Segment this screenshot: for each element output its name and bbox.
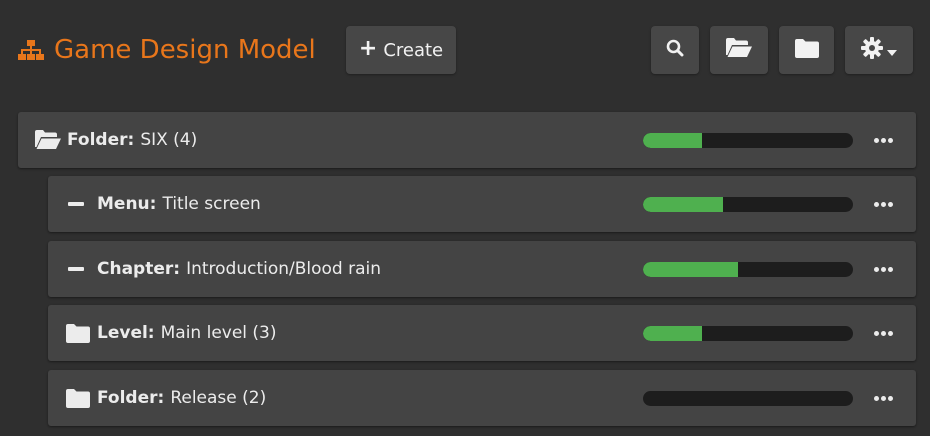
row-label: Folder: Release (2): [97, 370, 266, 426]
app-brand[interactable]: Game Design Model: [18, 32, 316, 68]
row-type: Level:: [97, 323, 155, 343]
sitemap-icon: [18, 38, 44, 62]
row-label: Folder: SIX (4): [67, 112, 197, 168]
folder-open-icon[interactable]: [34, 112, 62, 168]
folder-icon[interactable]: [66, 305, 90, 361]
row-type: Folder:: [97, 388, 165, 408]
app-header: Game Design Model + Create: [0, 0, 930, 100]
row-name: Main level (3): [160, 323, 277, 343]
collapse-all-button[interactable]: [779, 26, 834, 74]
caret-down-icon: [887, 40, 897, 61]
progress-bar: [643, 391, 853, 406]
folder-icon: [794, 38, 819, 63]
row-type: Menu:: [97, 194, 157, 214]
folder-open-icon: [725, 37, 753, 64]
more-options-button[interactable]: [868, 370, 898, 426]
tree-row-level[interactable]: Level: Main level (3): [48, 305, 916, 361]
row-name: Title screen: [162, 194, 261, 214]
more-options-button[interactable]: [868, 305, 898, 361]
row-type: Folder:: [67, 130, 135, 150]
minus-icon[interactable]: [66, 176, 86, 232]
progress-bar: [643, 262, 853, 277]
row-label: Chapter: Introduction/Blood rain: [97, 241, 381, 297]
search-button[interactable]: [651, 26, 699, 74]
tree-row-chapter[interactable]: Chapter: Introduction/Blood rain: [48, 241, 916, 297]
minus-icon[interactable]: [66, 241, 86, 297]
create-button-label: Create: [383, 39, 444, 61]
progress-fill: [643, 133, 702, 148]
progress-bar: [643, 133, 853, 148]
row-label: Menu: Title screen: [97, 176, 261, 232]
row-name: SIX (4): [140, 130, 198, 150]
tree-row-root[interactable]: Folder: SIX (4): [18, 112, 916, 168]
search-icon: [666, 39, 684, 62]
row-name: Introduction/Blood rain: [186, 259, 382, 279]
more-options-button[interactable]: [868, 176, 898, 232]
folder-icon[interactable]: [66, 370, 90, 426]
settings-button[interactable]: [845, 26, 913, 74]
expand-all-button[interactable]: [710, 26, 768, 74]
progress-fill: [643, 262, 738, 277]
more-options-button[interactable]: [868, 112, 898, 168]
plus-icon: +: [358, 36, 378, 61]
more-options-button[interactable]: [868, 241, 898, 297]
progress-fill: [643, 326, 702, 341]
app-title: Game Design Model: [54, 35, 316, 65]
row-type: Chapter:: [97, 259, 181, 279]
row-label: Level: Main level (3): [97, 305, 277, 361]
create-button[interactable]: + Create: [346, 26, 456, 74]
progress-fill: [643, 197, 723, 212]
tree-row-release[interactable]: Folder: Release (2): [48, 370, 916, 426]
progress-bar: [643, 326, 853, 341]
progress-bar: [643, 197, 853, 212]
tree-row-menu[interactable]: Menu: Title screen: [48, 176, 916, 232]
row-name: Release (2): [170, 388, 267, 408]
gear-icon: [861, 36, 883, 64]
